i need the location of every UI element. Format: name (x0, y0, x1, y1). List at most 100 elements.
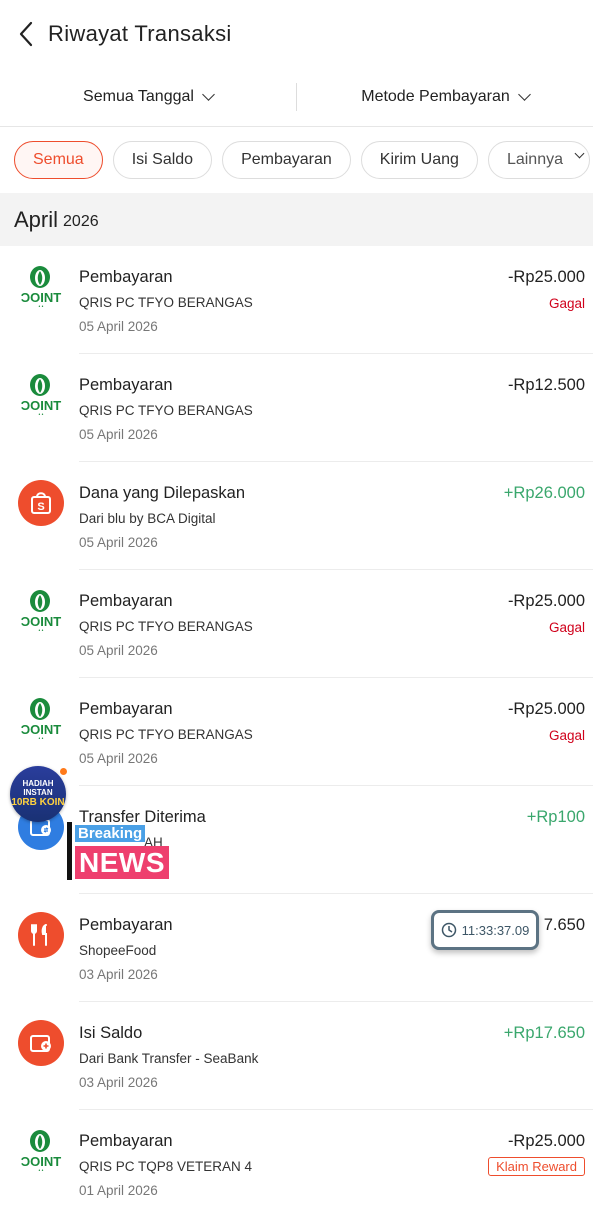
chip-kirim-uang[interactable]: Kirim Uang (360, 141, 478, 179)
qris-point-icon: ƆOINT • • (18, 372, 64, 418)
shopee-bag-icon: S (18, 480, 64, 526)
transaction-amount: -Rp25.000 (507, 1132, 585, 1150)
svg-text:ƆOINT: ƆOINT (21, 1154, 62, 1169)
notification-dot (59, 767, 68, 776)
clock-icon (441, 922, 456, 938)
timestamp-text: 11:33:37.09 (461, 922, 530, 938)
svg-text:• •: • • (39, 736, 44, 742)
chip-lainnya-label: Lainnya (506, 151, 563, 168)
transaction-status: Gagal (548, 620, 585, 635)
svg-text:ƆOINT: ƆOINT (21, 398, 62, 413)
claim-reward-button[interactable]: Klaim Reward (488, 1157, 585, 1176)
transaction-date: 03 April 2026 (79, 967, 158, 982)
transaction-date: 03 April 2026 (79, 1075, 158, 1090)
svg-text:ƆOINT: ƆOINT (21, 614, 62, 629)
game-widget-line1: HADIAH INSTAN (22, 778, 54, 797)
svg-text:• •: • • (39, 304, 44, 310)
transaction-details: Isi Saldo Dari Bank Transfer - SeaBank 0… (79, 1002, 593, 1110)
svg-text:ƆOINT: ƆOINT (21, 290, 62, 305)
transaction-amount: 7.650 (543, 916, 585, 934)
svg-text:• •: • • (39, 628, 44, 634)
transaction-merchant: QRIS PC TQP8 VETERAN 4 (79, 1159, 253, 1174)
page-title: Riwayat Transaksi (48, 21, 232, 46)
transaction-title: Pembayaran (79, 700, 173, 718)
chevron-down-icon (202, 88, 215, 101)
breaking-label: Breaking (75, 825, 146, 842)
transaction-date: 05 April 2026 (79, 427, 158, 442)
transaction-row[interactable]: ƆOINT • • Pembayaran QRIS PC TFYO BERANGA… (0, 246, 593, 354)
transaction-details: Pembayaran QRIS PC TFYO BERANGAS 05 Apri… (79, 246, 593, 354)
transaction-amount: +Rp17.650 (503, 1024, 585, 1042)
transaction-row[interactable]: S Dana yang Dilepaskan Dari blu by BCA D… (0, 462, 593, 570)
transaction-row[interactable]: ƆOINT • • Pembayaran QRIS PC TFYO BERANGA… (0, 570, 593, 678)
breaking-news-bar (67, 822, 72, 880)
transaction-amount: +Rp100 (526, 808, 585, 826)
transaction-merchant: ShopeeFood (79, 943, 157, 958)
transaction-title: Pembayaran (79, 1132, 173, 1150)
transaction-amount: -Rp25.000 (507, 700, 585, 718)
transaction-merchant: Dari Bank Transfer - SeaBank (79, 1051, 259, 1066)
qris-point-icon: ƆOINT • • (18, 264, 64, 310)
food-icon (18, 912, 64, 958)
month-year: 2026 (63, 212, 99, 230)
transaction-date: 05 April 2026 (79, 535, 158, 550)
month-header: April 2026 (0, 193, 593, 246)
transaction-amount: +Rp26.000 (503, 484, 585, 502)
transaction-title: Pembayaran (79, 376, 173, 394)
transaction-details: Pembayaran QRIS PC TQP8 VETERAN 4 01 Apr… (79, 1110, 593, 1218)
transaction-title: Dana yang Dilepaskan (79, 484, 246, 502)
transaction-row[interactable]: ƆOINT • • Pembayaran QRIS PC TFYO BERANGA… (0, 678, 593, 786)
transaction-amount: -Rp25.000 (507, 592, 585, 610)
transaction-details: Pembayaran QRIS PC TFYO BERANGAS 05 Apri… (79, 354, 593, 462)
transaction-title: Pembayaran (79, 916, 173, 934)
chip-semua[interactable]: Semua (14, 141, 103, 179)
transaction-details: Pembayaran QRIS PC TFYO BERANGAS 05 Apri… (79, 570, 593, 678)
qris-point-icon: ƆOINT • • (18, 1128, 64, 1174)
floating-game-widget[interactable]: HADIAH INSTAN 10RB KOIN (10, 766, 68, 822)
transaction-date: 05 April 2026 (79, 751, 158, 766)
breaking-news-overlay: Breaking NEWS (67, 822, 179, 880)
date-filter-label: Semua Tanggal (83, 88, 194, 105)
transaction-merchant: QRIS PC TFYO BERANGAS (79, 295, 253, 310)
svg-text:S: S (37, 501, 44, 513)
date-filter-dropdown[interactable]: Semua Tanggal (0, 88, 296, 106)
transaction-details: Pembayaran QRIS PC TFYO BERANGAS 05 Apri… (79, 678, 593, 786)
wallet-topup-icon (18, 1020, 64, 1066)
svg-text:• •: • • (39, 412, 44, 418)
back-arrow-icon[interactable] (18, 21, 46, 47)
transaction-status: Gagal (548, 296, 585, 311)
category-chips: Semua Isi Saldo Pembayaran Kirim Uang La… (0, 127, 593, 193)
qris-point-icon: ƆOINT • • (18, 588, 64, 634)
transaction-status: Gagal (548, 728, 585, 743)
news-label: NEWS (75, 846, 169, 879)
transaction-merchant: QRIS PC TFYO BERANGAS (79, 403, 253, 418)
transaction-list: ƆOINT • • Pembayaran QRIS PC TFYO BERANGA… (0, 246, 593, 1218)
chip-isi-saldo[interactable]: Isi Saldo (112, 141, 213, 179)
transaction-date: 01 April 2026 (79, 1183, 158, 1198)
header: Riwayat Transaksi (0, 0, 593, 68)
chevron-down-icon (574, 148, 585, 159)
transaction-title: Isi Saldo (79, 1024, 143, 1042)
svg-text:ƆOINT: ƆOINT (21, 722, 62, 737)
transaction-title: Pembayaran (79, 268, 173, 286)
chevron-down-icon (517, 88, 531, 101)
transaction-merchant: Dari blu by BCA Digital (79, 511, 216, 526)
payment-method-filter-label: Metode Pembayaran (361, 88, 510, 105)
chip-lainnya[interactable]: Lainnya (487, 141, 590, 179)
transaction-amount: -Rp12.500 (507, 376, 585, 394)
chip-pembayaran[interactable]: Pembayaran (222, 141, 351, 179)
qris-point-icon: ƆOINT • • (18, 696, 64, 742)
transaction-row[interactable]: ƆOINT • • Pembayaran QRIS PC TFYO BERANGA… (0, 354, 593, 462)
transaction-amount: -Rp25.000 (507, 268, 585, 286)
transaction-row[interactable]: Isi Saldo Dari Bank Transfer - SeaBank 0… (0, 1002, 593, 1110)
transaction-date: 05 April 2026 (79, 643, 158, 658)
month-name: April (14, 206, 59, 232)
game-widget-line2: 10RB KOIN (11, 797, 65, 809)
filter-bar: Semua Tanggal Metode Pembayaran (0, 68, 593, 127)
transaction-merchant: QRIS PC TFYO BERANGAS (79, 727, 253, 742)
transaction-date: 05 April 2026 (79, 319, 158, 334)
timestamp-overlay: 11:33:37.09 (431, 910, 539, 950)
payment-method-filter-dropdown[interactable]: Metode Pembayaran (297, 88, 593, 106)
transaction-merchant: QRIS PC TFYO BERANGAS (79, 619, 253, 634)
transaction-row[interactable]: ƆOINT • • Pembayaran QRIS PC TQP8 VETERAN… (0, 1110, 593, 1218)
